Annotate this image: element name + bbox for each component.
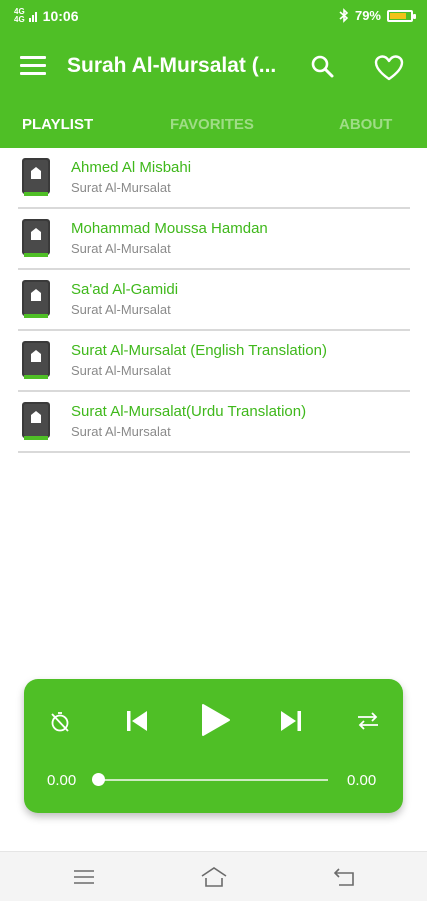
search-icon[interactable]: [310, 54, 336, 80]
tab-bar: PLAYLIST FAVORITES ABOUT: [0, 104, 427, 148]
item-title: Sa'ad Al-Gamidi: [71, 281, 179, 298]
seek-bar[interactable]: [99, 779, 328, 781]
skip-next-icon[interactable]: [279, 709, 303, 733]
item-subtitle: Surat Al-Mursalat: [71, 424, 171, 439]
item-subtitle: Surat Al-Mursalat: [71, 180, 171, 195]
nav-home-icon[interactable]: [200, 866, 228, 888]
list-item[interactable]: Mohammad Moussa Hamdan Surat Al-Mursalat: [18, 209, 410, 270]
item-subtitle: Surat Al-Mursalat: [71, 363, 171, 378]
play-icon[interactable]: [201, 703, 231, 737]
battery-fill: [390, 12, 406, 19]
seek-thumb[interactable]: [92, 773, 105, 786]
repeat-icon[interactable]: [356, 710, 380, 732]
network-type-bottom: 4G: [14, 15, 25, 24]
book-icon: [22, 280, 50, 318]
status-right: 79%: [339, 8, 416, 23]
signal-bars-icon: [28, 12, 37, 22]
skip-previous-icon[interactable]: [125, 709, 149, 733]
signal-indicator: 4G 4G: [14, 8, 25, 24]
menu-button[interactable]: [20, 56, 46, 78]
book-icon: [22, 219, 50, 257]
tab-about[interactable]: ABOUT: [339, 116, 392, 133]
menu-icon-bar: [20, 64, 46, 67]
timer-off-icon[interactable]: [49, 711, 71, 733]
nav-menu-icon[interactable]: [73, 869, 95, 885]
book-icon: [22, 341, 50, 379]
playlist: Ahmed Al Misbahi Surat Al-Mursalat Moham…: [18, 148, 410, 453]
battery-percentage: 79%: [354, 8, 381, 23]
item-title: Surat Al-Mursalat(Urdu Translation): [71, 403, 307, 420]
item-title: Ahmed Al Misbahi: [71, 159, 192, 176]
status-left: 4G 4G 10:06: [14, 8, 79, 25]
app-bar: Surah Al-Mursalat (...: [0, 34, 427, 104]
nav-back-icon[interactable]: [333, 867, 355, 887]
list-item[interactable]: Surat Al-Mursalat(Urdu Translation) Sura…: [18, 392, 410, 453]
menu-icon-bar: [20, 72, 46, 75]
system-nav-bar: [0, 851, 427, 901]
tab-playlist[interactable]: PLAYLIST: [22, 116, 93, 133]
list-item[interactable]: Surat Al-Mursalat (English Translation) …: [18, 331, 410, 392]
item-subtitle: Surat Al-Mursalat: [71, 302, 171, 317]
media-player: 0.00 0.00: [24, 679, 403, 813]
total-time: 0.00: [347, 772, 377, 789]
tab-favorites[interactable]: FAVORITES: [170, 116, 254, 133]
book-icon: [22, 402, 50, 440]
book-icon: [22, 158, 50, 196]
item-title: Surat Al-Mursalat (English Translation): [71, 342, 327, 359]
heart-icon[interactable]: [374, 54, 404, 82]
item-title: Mohammad Moussa Hamdan: [71, 220, 268, 237]
current-time: 0.00: [47, 772, 77, 789]
item-subtitle: Surat Al-Mursalat: [71, 241, 171, 256]
list-item[interactable]: Ahmed Al Misbahi Surat Al-Mursalat: [18, 148, 410, 209]
status-time: 10:06: [42, 8, 79, 24]
list-item[interactable]: Sa'ad Al-Gamidi Surat Al-Mursalat: [18, 270, 410, 331]
battery-icon: [387, 9, 416, 22]
bluetooth-icon: [339, 8, 349, 23]
page-title: Surah Al-Mursalat (...: [67, 54, 277, 77]
menu-icon-bar: [20, 56, 46, 59]
status-bar: 4G 4G 10:06 79%: [0, 0, 427, 34]
